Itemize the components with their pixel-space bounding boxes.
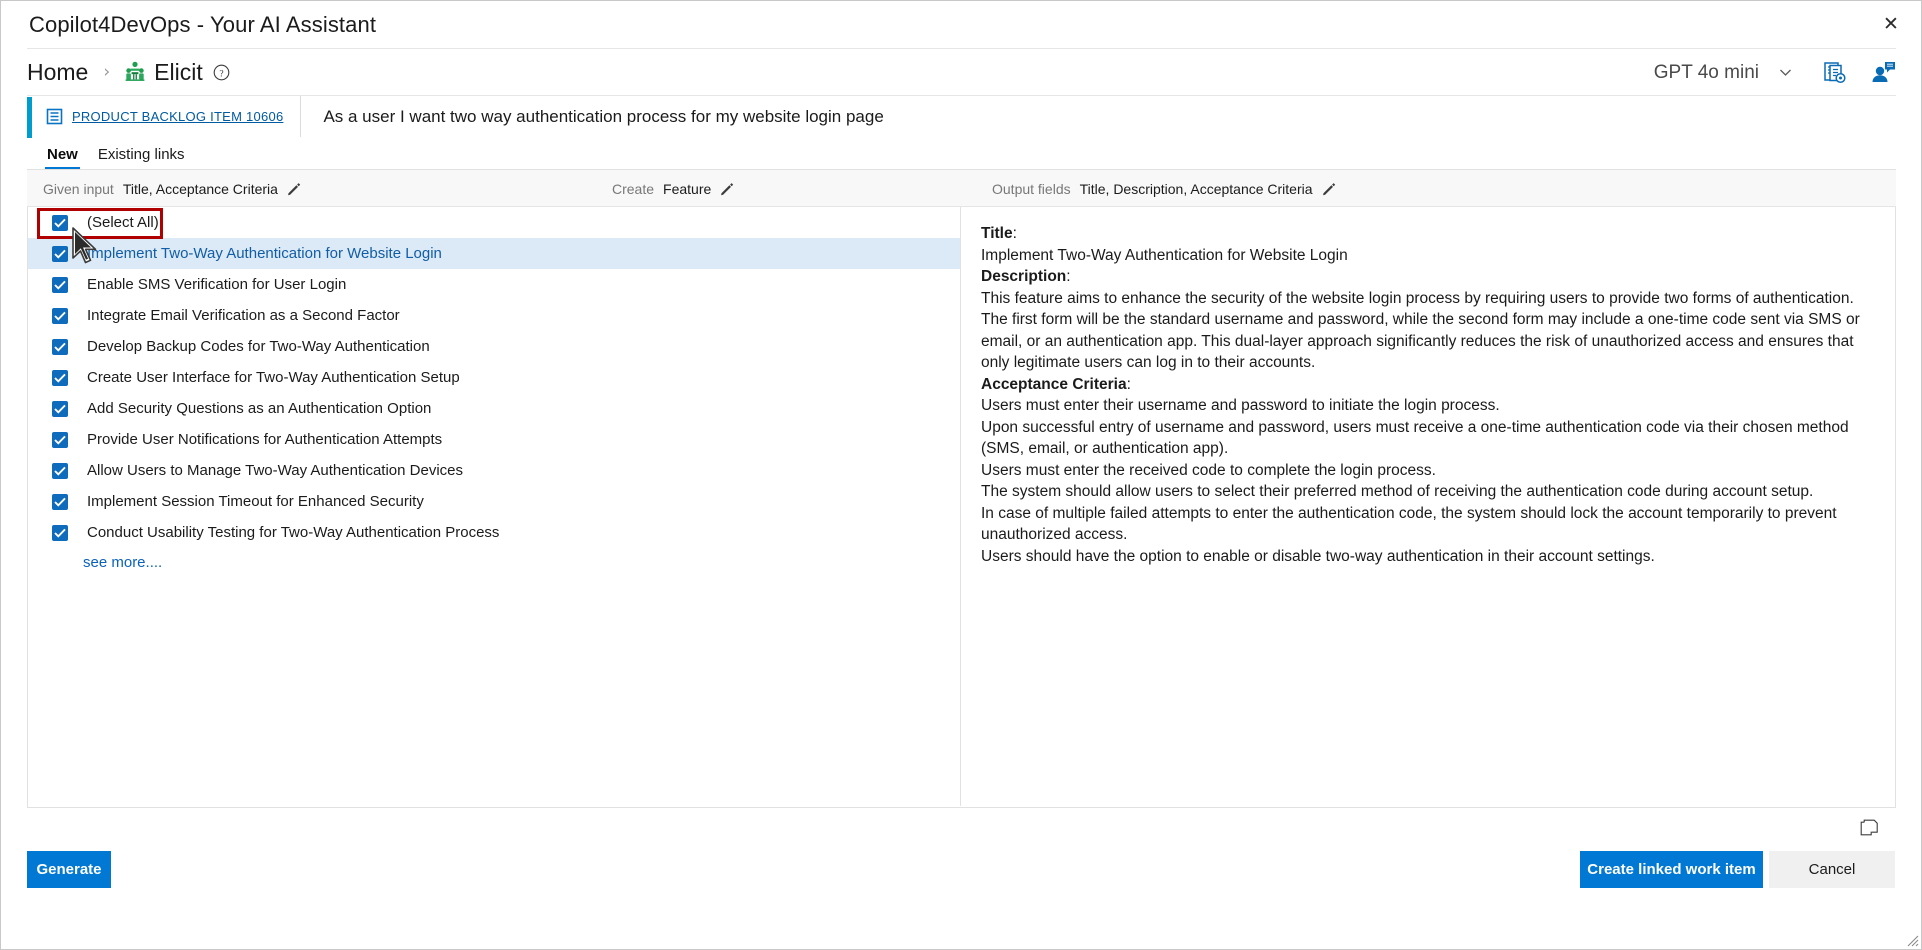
work-item-id-link[interactable]: PRODUCT BACKLOG ITEM 10606 [72,109,283,124]
select-all-row[interactable]: (Select All) [28,207,960,238]
svg-text:?: ? [219,68,223,79]
list-item-checkbox[interactable] [52,307,68,324]
acceptance-line: The system should allow users to select … [981,483,1814,500]
chevron-down-icon[interactable] [1777,64,1794,81]
list-item-label: Enable SMS Verification for User Login [87,276,347,293]
generate-button[interactable]: Generate [27,851,111,888]
list-item-checkbox[interactable] [52,245,68,262]
list-item-checkbox[interactable] [52,431,68,448]
list-item[interactable]: Enable SMS Verification for User Login [28,269,960,300]
given-input-value: Title, Acceptance Criteria [122,180,278,197]
list-item[interactable]: Implement Session Timeout for Enhanced S… [28,486,960,517]
work-item-id-group[interactable]: PRODUCT BACKLOG ITEM 10606 [27,96,302,137]
title-heading-text: Title [981,225,1013,242]
list-item-label: Integrate Email Verification as a Second… [87,307,400,324]
select-all-label: (Select All) [87,214,159,231]
model-selector-label[interactable]: GPT 4o mini [1654,62,1759,84]
work-item-title: As a user I want two way authentication … [323,106,884,126]
given-input-label: Given input [43,180,114,197]
acceptance-line: Upon successful entry of username and pa… [981,418,1849,458]
options-bar: Given input Title, Acceptance Criteria C… [27,170,1896,207]
list-item-checkbox[interactable] [52,276,68,293]
work-item-banner: PRODUCT BACKLOG ITEM 10606 As a user I w… [27,95,1896,138]
colon-1: : [1012,225,1017,242]
acceptance-line: Users must enter their username and pass… [981,397,1500,414]
list-item-checkbox[interactable] [52,524,68,541]
work-item-accent-bar [27,97,32,138]
content-body: (Select All) Implement Two-Way Authentic… [27,207,1896,808]
list-item[interactable]: Allow Users to Manage Two-Way Authentica… [28,455,960,486]
list-item[interactable]: Provide User Notifications for Authentic… [28,424,960,455]
colon-2: : [1066,268,1071,285]
list-item-label: Conduct Usability Testing for Two-Way Au… [87,524,500,541]
list-item[interactable]: Integrate Email Verification as a Second… [28,300,960,331]
acceptance-line: In case of multiple failed attempts to e… [981,504,1837,544]
breadcrumb: Home › Elicit ? GPT 4o mini [27,48,1896,95]
list-item[interactable]: Create User Interface for Two-Way Authen… [28,362,960,393]
create-group: Create Feature [612,170,734,207]
copilot4devops-dialog: Copilot4DevOps - Your AI Assistant ✕ Hom… [0,0,1922,950]
pencil-icon[interactable] [720,182,734,196]
list-item-label: Develop Backup Codes for Two-Way Authent… [87,338,430,355]
breadcrumb-home[interactable]: Home [27,59,88,86]
detail-title-heading: Title: [981,223,1876,245]
given-input-group: Given input Title, Acceptance Criteria [43,170,301,207]
detail-title-value: Implement Two-Way Authentication for Web… [981,246,1348,264]
document-settings-icon[interactable] [1822,60,1848,86]
window-title-bar: Copilot4DevOps - Your AI Assistant ✕ [1,1,1921,48]
list-item[interactable]: Implement Two-Way Authentication for Web… [28,238,960,269]
detail-acceptance-heading: Acceptance Criteria: [981,374,1876,396]
create-linked-work-item-button[interactable]: Create linked work item [1580,851,1763,888]
list-item[interactable]: Conduct Usability Testing for Two-Way Au… [28,517,960,548]
create-label: Create [612,180,655,197]
list-item-checkbox[interactable] [52,400,68,417]
list-item-checkbox[interactable] [52,369,68,386]
user-feedback-icon[interactable] [1870,60,1896,86]
detail-panel: Title: Implement Two-Way Authentication … [961,207,1896,806]
create-value: Feature [663,180,712,197]
list-item-label: Add Security Questions as an Authenticat… [87,400,432,417]
list-item[interactable]: Develop Backup Codes for Two-Way Authent… [28,331,960,362]
select-all-checkbox[interactable] [52,214,68,231]
cancel-button[interactable]: Cancel [1769,851,1895,888]
tab-bar: New Existing links [27,137,1896,170]
chevron-right-icon: › [103,62,111,82]
colon-3: : [1126,375,1131,393]
detail-description-heading: Description: [981,266,1876,288]
list-item-label: Provide User Notifications for Authentic… [87,431,443,448]
list-item-checkbox[interactable] [52,493,68,510]
backlog-item-icon [46,108,63,125]
list-item-label: Create User Interface for Two-Way Authen… [87,369,460,386]
breadcrumb-current: Elicit [154,58,203,85]
acceptance-line: Users must enter the received code to co… [981,461,1436,479]
pencil-icon[interactable] [287,182,301,196]
resize-grip-icon[interactable] [1905,933,1919,947]
description-heading-text: Description [981,268,1067,285]
app-title: Copilot4DevOps - Your AI Assistant [29,11,377,37]
see-more-link[interactable]: see more.... [83,554,162,571]
tab-existing-links[interactable]: Existing links [96,146,187,169]
acceptance-line: Users should have the option to enable o… [981,547,1655,565]
suggestion-list: (Select All) Implement Two-Way Authentic… [28,207,960,806]
acceptance-heading-text: Acceptance Criteria [981,375,1127,393]
close-icon[interactable]: ✕ [1861,1,1921,47]
detail-description-value: This feature aims to enhance the securit… [981,289,1860,372]
list-item-label: Implement Session Timeout for Enhanced S… [87,493,424,510]
header-right-controls: GPT 4o mini [1654,49,1896,96]
list-item-label: Allow Users to Manage Two-Way Authentica… [87,462,464,479]
output-fields-group: Output fields Title, Description, Accept… [992,170,1336,207]
list-item-checkbox[interactable] [52,462,68,479]
list-item[interactable]: Add Security Questions as an Authenticat… [28,393,960,424]
pencil-icon[interactable] [1322,182,1336,196]
output-fields-value: Title, Description, Acceptance Criteria [1079,180,1313,197]
output-fields-label: Output fields [992,180,1071,197]
question-circle-icon[interactable]: ? [213,64,230,81]
list-item-checkbox[interactable] [52,338,68,355]
list-item-label: Implement Two-Way Authentication for Web… [87,245,442,262]
copy-icon[interactable] [1860,819,1879,838]
tab-new[interactable]: New [45,146,80,169]
meeting-people-icon [123,60,147,84]
